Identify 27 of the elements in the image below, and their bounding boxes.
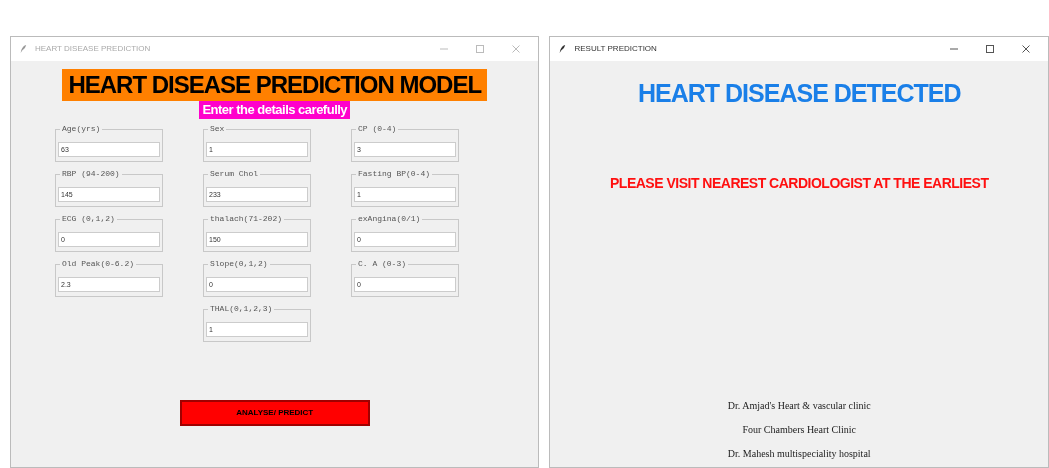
result-heading: HEART DISEASE DETECTED <box>638 78 961 109</box>
field-label: Old Peak(0-6.2) <box>61 258 135 270</box>
field-label: C. A (0-3) <box>357 258 407 270</box>
field-label: RBP (94-200) <box>61 168 121 180</box>
field-label: Sex <box>209 123 226 135</box>
clinic-name: Dr. Amjad's Heart & vascular clinic <box>727 399 871 413</box>
clinic-name: Dr. Mahesh multispeciality hospital <box>727 447 871 461</box>
instruction-label: Enter the details carefully <box>199 101 351 119</box>
clinic-name: Four Chambers Heart Clinic <box>742 423 857 437</box>
field-label: Fasting BP(0-4) <box>357 168 431 180</box>
window-title: RESULT PREDICTION <box>574 43 657 55</box>
field-label: thalach(71-202) <box>209 213 283 225</box>
maximize-icon[interactable] <box>985 44 995 54</box>
field-label: Serum Chol <box>209 168 259 180</box>
close-icon[interactable] <box>1021 44 1031 54</box>
predict-button[interactable]: ANALYSE/ PREDICT <box>179 400 370 426</box>
window-title: HEART DISEASE PREDICTION <box>35 43 151 55</box>
field-label: CP (0-4) <box>357 123 398 135</box>
feather-icon <box>19 44 27 54</box>
advice-text: PLEASE VISIT NEAREST CARDIOLOGIST AT THE EARLIEST <box>610 173 989 193</box>
field-label: exAngina(0/1) <box>357 213 422 225</box>
field-label: Age(yrs) <box>61 123 102 135</box>
field-label: ECG (0,1,2) <box>61 213 116 225</box>
app-heading: HEART DISEASE PREDICTION MODEL <box>62 69 488 101</box>
feather-icon <box>558 44 567 54</box>
field-label: THAL(0,1,2,3) <box>209 303 274 315</box>
field-label: Slope(0,1,2) <box>209 258 269 270</box>
